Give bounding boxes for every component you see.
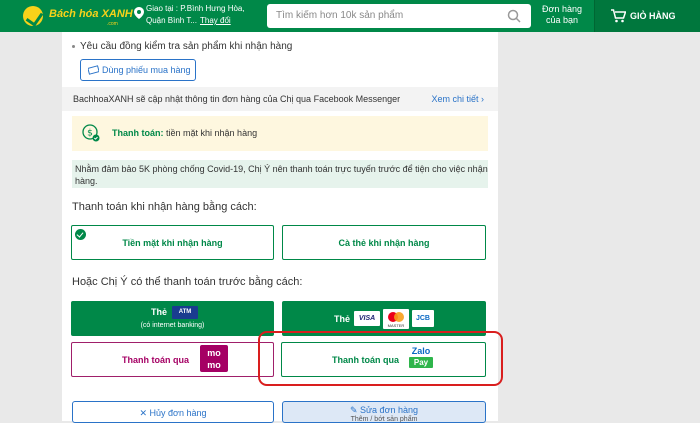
messenger-note-bar: BachhoaXANH sẽ cập nhật thông tin đơn hà…: [62, 87, 498, 111]
voucher-button[interactable]: Dùng phiếu mua hàng: [80, 59, 196, 81]
momo-label: Thanh toán qua: [122, 355, 189, 365]
highlight-box: [258, 331, 503, 386]
orders-label-2: của bạn: [545, 15, 579, 25]
svg-text:$: $: [87, 129, 93, 139]
ticket-icon: [88, 65, 99, 75]
visa-icon: VISA: [354, 311, 380, 326]
cod-cash-label: Tiền mặt khi nhận hàng: [122, 238, 223, 248]
cart-button[interactable]: GIỎ HÀNG: [594, 0, 700, 32]
cart-icon: [611, 9, 626, 23]
orders-link[interactable]: Đơn hàng của bạn: [536, 4, 588, 26]
cod-cash-option[interactable]: Tiền mặt khi nhận hàng: [71, 225, 274, 260]
atm-badge-icon: ATM: [172, 306, 198, 319]
cod-heading: Thanh toán khi nhận hàng bằng cách:: [72, 201, 257, 213]
edit-order-label: ✎ Sửa đơn hàng: [349, 405, 418, 415]
logo-sub: .com: [107, 21, 118, 27]
intl-label: Thẻ: [334, 314, 351, 324]
mastercard-label: MASTER: [387, 323, 405, 328]
payment-summary: $ Thanh toán: tiền mặt khi nhận hàng: [72, 116, 488, 151]
voucher-label: Dùng phiếu mua hàng: [102, 65, 191, 75]
location-line1: Giao tại : P.Bình Hưng Hòa,: [146, 4, 245, 13]
jcb-icon: JCB: [412, 310, 434, 327]
payment-label: Thanh toán:: [112, 128, 164, 138]
prepay-heading: Hoặc Chị Ý có thể thanh toán trước bằng …: [72, 276, 303, 288]
mastercard-icon: MASTER: [383, 309, 409, 329]
atm-label: Thẻ: [151, 307, 168, 317]
logo-text: Bách hóa XANH: [49, 8, 133, 20]
search-input[interactable]: Tìm kiếm hơn 10k sản phẩm: [276, 10, 403, 21]
brand-logo[interactable]: Bách hóa XANH .com: [23, 5, 143, 27]
location-line2: Quận Bình T...: [146, 16, 197, 25]
cash-payment-icon: $: [82, 124, 100, 142]
change-location-link[interactable]: Thay đổi: [200, 16, 231, 25]
delivery-location[interactable]: Giao tại : P.Bình Hưng Hòa, Quận Bình T.…: [134, 3, 260, 29]
cod-card-option[interactable]: Cà thẻ khi nhận hàng: [282, 225, 486, 260]
payment-value: tiền mặt khi nhận hàng: [166, 128, 258, 138]
momo-logo-icon: mo mo: [200, 345, 228, 372]
logo-mark-icon: [23, 6, 43, 26]
bullet-icon: [72, 44, 75, 48]
edit-order-button[interactable]: ✎ Sửa đơn hàng Thêm / bớt sản phẩm: [282, 401, 486, 423]
cart-label: GIỎ HÀNG: [630, 11, 676, 21]
inspect-note: Yêu cầu đồng kiểm tra sản phẩm khi nhận …: [72, 41, 292, 52]
momo-option[interactable]: Thanh toán qua: [71, 342, 274, 377]
cod-card-label: Cà thẻ khi nhận hàng: [338, 238, 430, 248]
top-header: Bách hóa XANH .com Giao tại : P.Bình Hưn…: [0, 0, 700, 32]
messenger-note: BachhoaXANH sẽ cập nhật thông tin đơn hà…: [73, 94, 401, 104]
search-bar[interactable]: Tìm kiếm hơn 10k sản phẩm: [267, 4, 531, 28]
see-more-link[interactable]: Xem chi tiết ›: [431, 94, 484, 104]
atm-sub: (có internet banking): [140, 322, 205, 329]
covid-note: Nhằm đảm bảo 5K phòng chống Covid-19, Ch…: [72, 160, 488, 188]
cancel-order-button[interactable]: ✕ Hủy đơn hàng: [72, 401, 274, 423]
orders-label-1: Đơn hàng: [542, 4, 582, 14]
edit-order-sub: Thêm / bớt sản phẩm: [350, 416, 418, 423]
search-icon[interactable]: [507, 9, 521, 23]
cancel-order-label: ✕ Hủy đơn hàng: [139, 408, 207, 418]
location-pin-icon: [134, 7, 144, 19]
